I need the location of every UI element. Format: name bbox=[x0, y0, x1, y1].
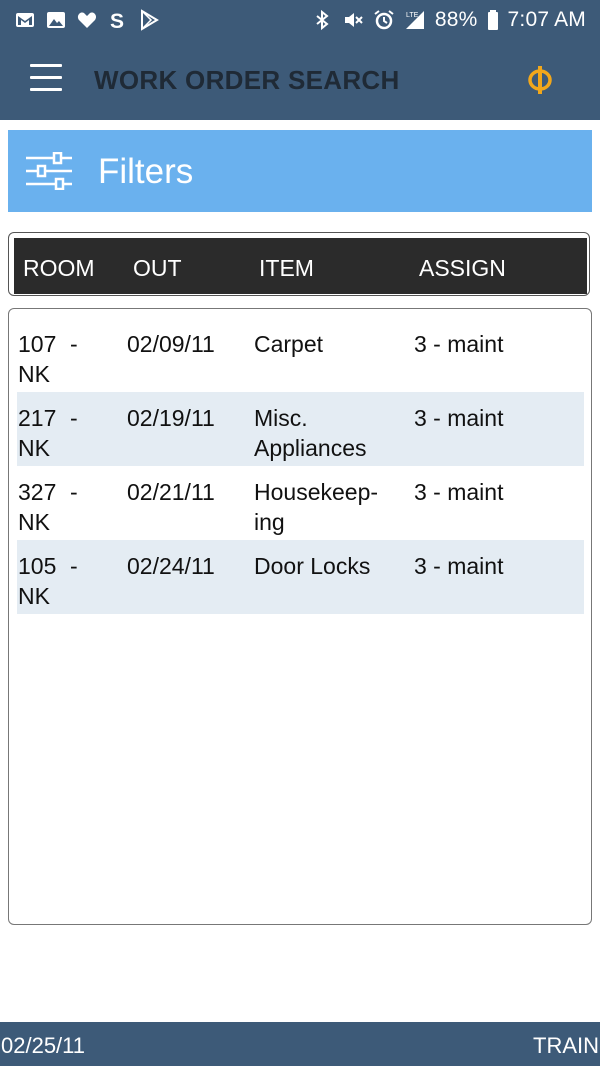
heart-icon bbox=[76, 9, 98, 31]
item-line-1: Housekeep- bbox=[254, 479, 379, 505]
room-cell: 327- NK bbox=[18, 477, 118, 537]
out-date-cell: 02/19/11 bbox=[127, 405, 215, 431]
column-header-out[interactable]: OUT bbox=[133, 255, 182, 282]
status-bar: S LTE 88% 7:07 AM bbox=[0, 0, 600, 40]
room-number: 105 bbox=[18, 553, 57, 579]
footer-bar: 02/25/11 TRAIN bbox=[0, 1022, 600, 1066]
item-line-2: Appliances bbox=[254, 435, 367, 461]
s-app-icon: S bbox=[107, 9, 129, 31]
table-row[interactable]: 217- NK 02/19/11 Misc. Appliances 3 - ma… bbox=[17, 392, 584, 466]
table-row[interactable]: 105- NK 02/24/11 Door Locks 3 - maint bbox=[17, 540, 584, 614]
room-dash: - bbox=[70, 405, 78, 431]
filters-label: Filters bbox=[98, 152, 194, 191]
svg-text:S: S bbox=[110, 10, 124, 31]
room-number: 217 bbox=[18, 405, 57, 431]
status-right-icons: LTE 88% 7:07 AM bbox=[311, 8, 586, 32]
item-cell: Carpet bbox=[254, 329, 404, 359]
battery-percent: 88% bbox=[434, 8, 478, 31]
item-line-1: Door Locks bbox=[254, 553, 371, 579]
footer-date: 02/25/11 bbox=[1, 1033, 86, 1058]
room-code: NK bbox=[18, 583, 50, 609]
filters-button[interactable]: Filters bbox=[8, 130, 592, 212]
table-row[interactable]: 327- NK 02/21/11 Housekeep- ing 3 - main… bbox=[17, 466, 584, 540]
item-cell: Door Locks bbox=[254, 551, 404, 581]
assign-cell: 3 - maint bbox=[414, 405, 504, 431]
item-line-1: Misc. bbox=[254, 405, 308, 431]
room-cell: 217- NK bbox=[18, 403, 118, 463]
assign-cell: 3 - maint bbox=[414, 553, 504, 579]
column-header-room[interactable]: ROOM bbox=[23, 255, 95, 282]
play-store-icon bbox=[138, 9, 160, 31]
room-cell: 107- NK bbox=[18, 329, 118, 389]
svg-text:LTE: LTE bbox=[406, 12, 419, 19]
table-header-container: ROOM OUT ITEM ASSIGN bbox=[8, 232, 590, 296]
gmail-icon bbox=[14, 9, 36, 31]
assign-cell: 3 - maint bbox=[414, 479, 504, 505]
room-dash: - bbox=[70, 479, 78, 505]
item-line-2: ing bbox=[254, 509, 285, 535]
item-cell: Housekeep- ing bbox=[254, 477, 404, 537]
results-list[interactable]: 107- NK 02/09/11 Carpet 3 - maint 217- N… bbox=[8, 308, 592, 925]
room-number: 327 bbox=[18, 479, 57, 505]
room-dash: - bbox=[70, 553, 78, 579]
assign-cell: 3 - maint bbox=[414, 331, 504, 357]
battery-icon bbox=[487, 9, 499, 31]
column-header-assign[interactable]: ASSIGN bbox=[419, 255, 506, 282]
out-date-cell: 02/21/11 bbox=[127, 479, 215, 505]
footer-mode: TRAIN bbox=[533, 1033, 599, 1058]
table-header: ROOM OUT ITEM ASSIGN bbox=[14, 238, 587, 294]
item-cell: Misc. Appliances bbox=[254, 403, 404, 463]
hamburger-menu-icon[interactable] bbox=[30, 64, 62, 96]
room-code: NK bbox=[18, 361, 50, 387]
table-row[interactable]: 107- NK 02/09/11 Carpet 3 - maint bbox=[17, 318, 584, 392]
app-bar: WORK ORDER SEARCH bbox=[0, 40, 600, 120]
out-date-cell: 02/09/11 bbox=[127, 331, 215, 357]
room-code: NK bbox=[18, 435, 50, 461]
sliders-icon bbox=[26, 151, 72, 191]
alarm-icon bbox=[373, 9, 395, 31]
room-code: NK bbox=[18, 509, 50, 535]
bluetooth-icon bbox=[311, 9, 333, 31]
room-dash: - bbox=[70, 331, 78, 357]
status-left-icons: S bbox=[14, 9, 160, 31]
room-cell: 105- NK bbox=[18, 551, 118, 611]
gallery-icon bbox=[45, 9, 67, 31]
phi-logo-icon[interactable] bbox=[524, 64, 556, 96]
item-line-1: Carpet bbox=[254, 331, 324, 357]
out-date-cell: 02/24/11 bbox=[127, 553, 215, 579]
column-header-item[interactable]: ITEM bbox=[259, 255, 314, 282]
mute-icon bbox=[342, 9, 364, 31]
page-title: WORK ORDER SEARCH bbox=[94, 65, 400, 95]
room-number: 107 bbox=[18, 331, 57, 357]
signal-icon: LTE bbox=[404, 9, 426, 31]
status-time: 7:07 AM bbox=[507, 8, 586, 31]
